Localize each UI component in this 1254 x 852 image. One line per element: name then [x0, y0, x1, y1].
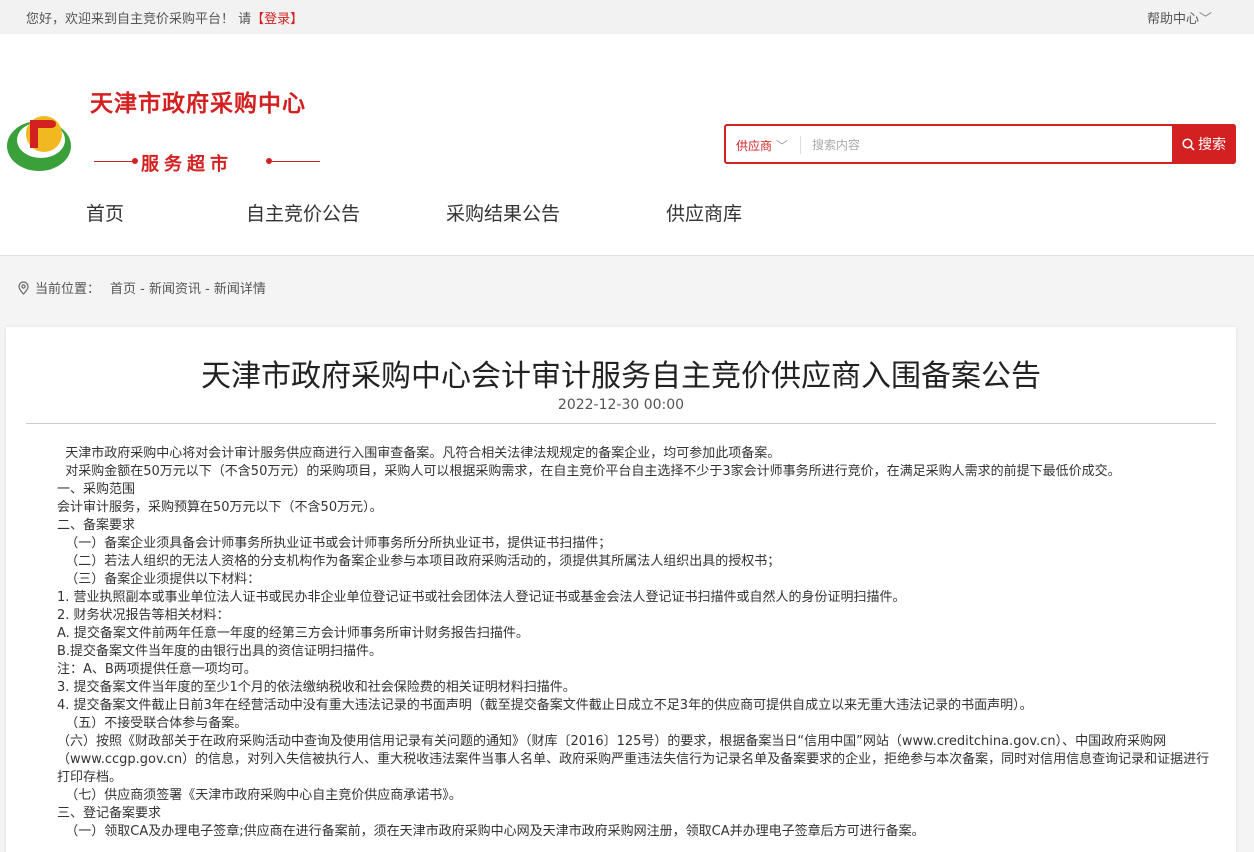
article-title: 天津市政府采购中心会计审计服务自主竞价供应商入围备案公告 [201, 359, 1041, 394]
header: 天津市政府采购中心 服务超市 供应商 ﹀ 搜索 [0, 34, 1254, 175]
breadcrumb-label: 当前位置： [35, 282, 101, 297]
nav-item-home[interactable]: 首页 [86, 199, 124, 226]
greeting-label: 您好，欢迎来到自主竞价采购平台！ 请 [26, 12, 252, 27]
article-paragraph: B.提交备案文件当年度的由银行出具的资信证明扫描件。 [57, 644, 383, 659]
breadcrumb: 当前位置： 首页 - 新闻资讯 - 新闻详情 [18, 278, 266, 297]
article-card: 天津市政府采购中心会计审计服务自主竞价供应商入围备案公告 2022-12-30 … [6, 327, 1236, 852]
chevron-down-icon: ﹀ [776, 139, 789, 153]
article-paragraph: 1. 营业执照副本或事业单位法人证书或民办非企业单位登记证书或社会团体法人登记证… [57, 590, 906, 605]
article-paragraph: （六）按照《财政部关于在政府采购活动中查询及使用信用记录有关问题的通知》（财库〔… [57, 734, 1210, 785]
article-paragraph: 二、备案要求 [57, 518, 136, 533]
search-divider [800, 136, 801, 154]
article-date: 2022-12-30 00:00 [557, 397, 685, 413]
search-button[interactable]: 搜索 [1172, 124, 1236, 164]
brand-line-left [94, 161, 134, 162]
article-paragraph: 天津市政府采购中心将对会计审计服务供应商进行入围审查备案。凡符合相关法律法规规定… [57, 446, 781, 461]
article-paragraph: 三、登记备案要求 [57, 806, 162, 821]
breadcrumb-path[interactable]: 首页 - 新闻资讯 - 新闻详情 [110, 278, 266, 297]
main-nav: 首页 自主竞价公告 采购结果公告 供应商库 [0, 174, 1254, 256]
brand-title: 天津市政府采购中心 [90, 91, 306, 117]
article-paragraph: （一）领取CA及办理电子签章;供应商在进行备案前，须在天津市政府采购中心网及天津… [57, 824, 925, 839]
brand-line-right [272, 161, 320, 162]
article-paragraph: 会计审计服务，采购预算在50万元以下（不含50万元）。 [57, 500, 383, 515]
search-box: 供应商 ﹀ 搜索 [724, 124, 1236, 164]
article-paragraph: 2. 财务状况报告等相关材料： [57, 608, 230, 623]
article-paragraph: （一）备案企业须具备会计师事务所执业证书或会计师事务所分所执业证书，提供证书扫描… [57, 536, 612, 551]
brand-dot-left [132, 158, 138, 164]
search-input[interactable] [812, 134, 1162, 156]
content-area: 当前位置： 首页 - 新闻资讯 - 新闻详情 天津市政府采购中心会计审计服务自主… [0, 256, 1254, 852]
brand-subtitle: 服务超市 [94, 150, 320, 175]
search-icon [1182, 137, 1195, 151]
article-paragraph: 一、采购范围 [57, 482, 136, 497]
article-paragraph: A. 提交备案文件前两年任意一年度的经第三方会计师事务所审计财务报告扫描件。 [57, 626, 529, 641]
search-type-label: 供应商 [736, 139, 773, 153]
article-paragraph: （三）备案企业须提供以下材料： [57, 572, 261, 587]
login-link[interactable]: 【登录】 [251, 12, 303, 27]
chevron-down-icon: ﹀ [1199, 12, 1213, 27]
help-center-label: 帮助中心 [1147, 12, 1200, 27]
article-body: 天津市政府采购中心将对会计审计服务供应商进行入围审查备案。凡符合相关法律法规规定… [57, 445, 1217, 841]
nav-item-result-notice[interactable]: 采购结果公告 [446, 199, 560, 226]
article-paragraph: （二）若法人组织的无法人资格的分支机构作为备案企业参与本项目政府采购活动的，须提… [57, 554, 781, 569]
article-paragraph: 3. 提交备案文件当年度的至少1个月的依法缴纳税收和社会保险费的相关证明材料扫描… [57, 680, 576, 695]
article-paragraph: 注：A、B两项提供任意一项均可。 [57, 662, 257, 677]
logo-icon [7, 116, 71, 171]
article-paragraph: （七）供应商须签署《天津市政府采购中心自主竞价供应商承诺书》。 [57, 788, 462, 803]
help-center-link[interactable]: 帮助中心﹀ [1147, 8, 1212, 27]
greeting-text: 您好，欢迎来到自主竞价采购平台！ 请【登录】 [26, 8, 303, 27]
nav-item-bidding-notice[interactable]: 自主竞价公告 [246, 199, 360, 226]
top-bar: 您好，欢迎来到自主竞价采购平台！ 请【登录】 帮助中心﹀ [0, 0, 1254, 34]
nav-item-supplier-library[interactable]: 供应商库 [666, 199, 742, 226]
article-paragraph: 4. 提交备案文件截止日前3年在经营活动中没有重大违法记录的书面声明（截至提交备… [57, 698, 1033, 713]
brand-subtitle-text: 服务超市 [141, 154, 233, 175]
article-paragraph: 对采购金额在50万元以下（不含50万元）的采购项目，采购人可以根据采购需求，在自… [57, 464, 1121, 479]
article-paragraph: （五）不接受联合体参与备案。 [57, 716, 248, 731]
search-button-label: 搜索 [1198, 137, 1226, 153]
title-divider [26, 423, 1216, 424]
search-type-select[interactable]: 供应商 ﹀ [736, 137, 788, 154]
location-pin-icon [18, 280, 29, 295]
